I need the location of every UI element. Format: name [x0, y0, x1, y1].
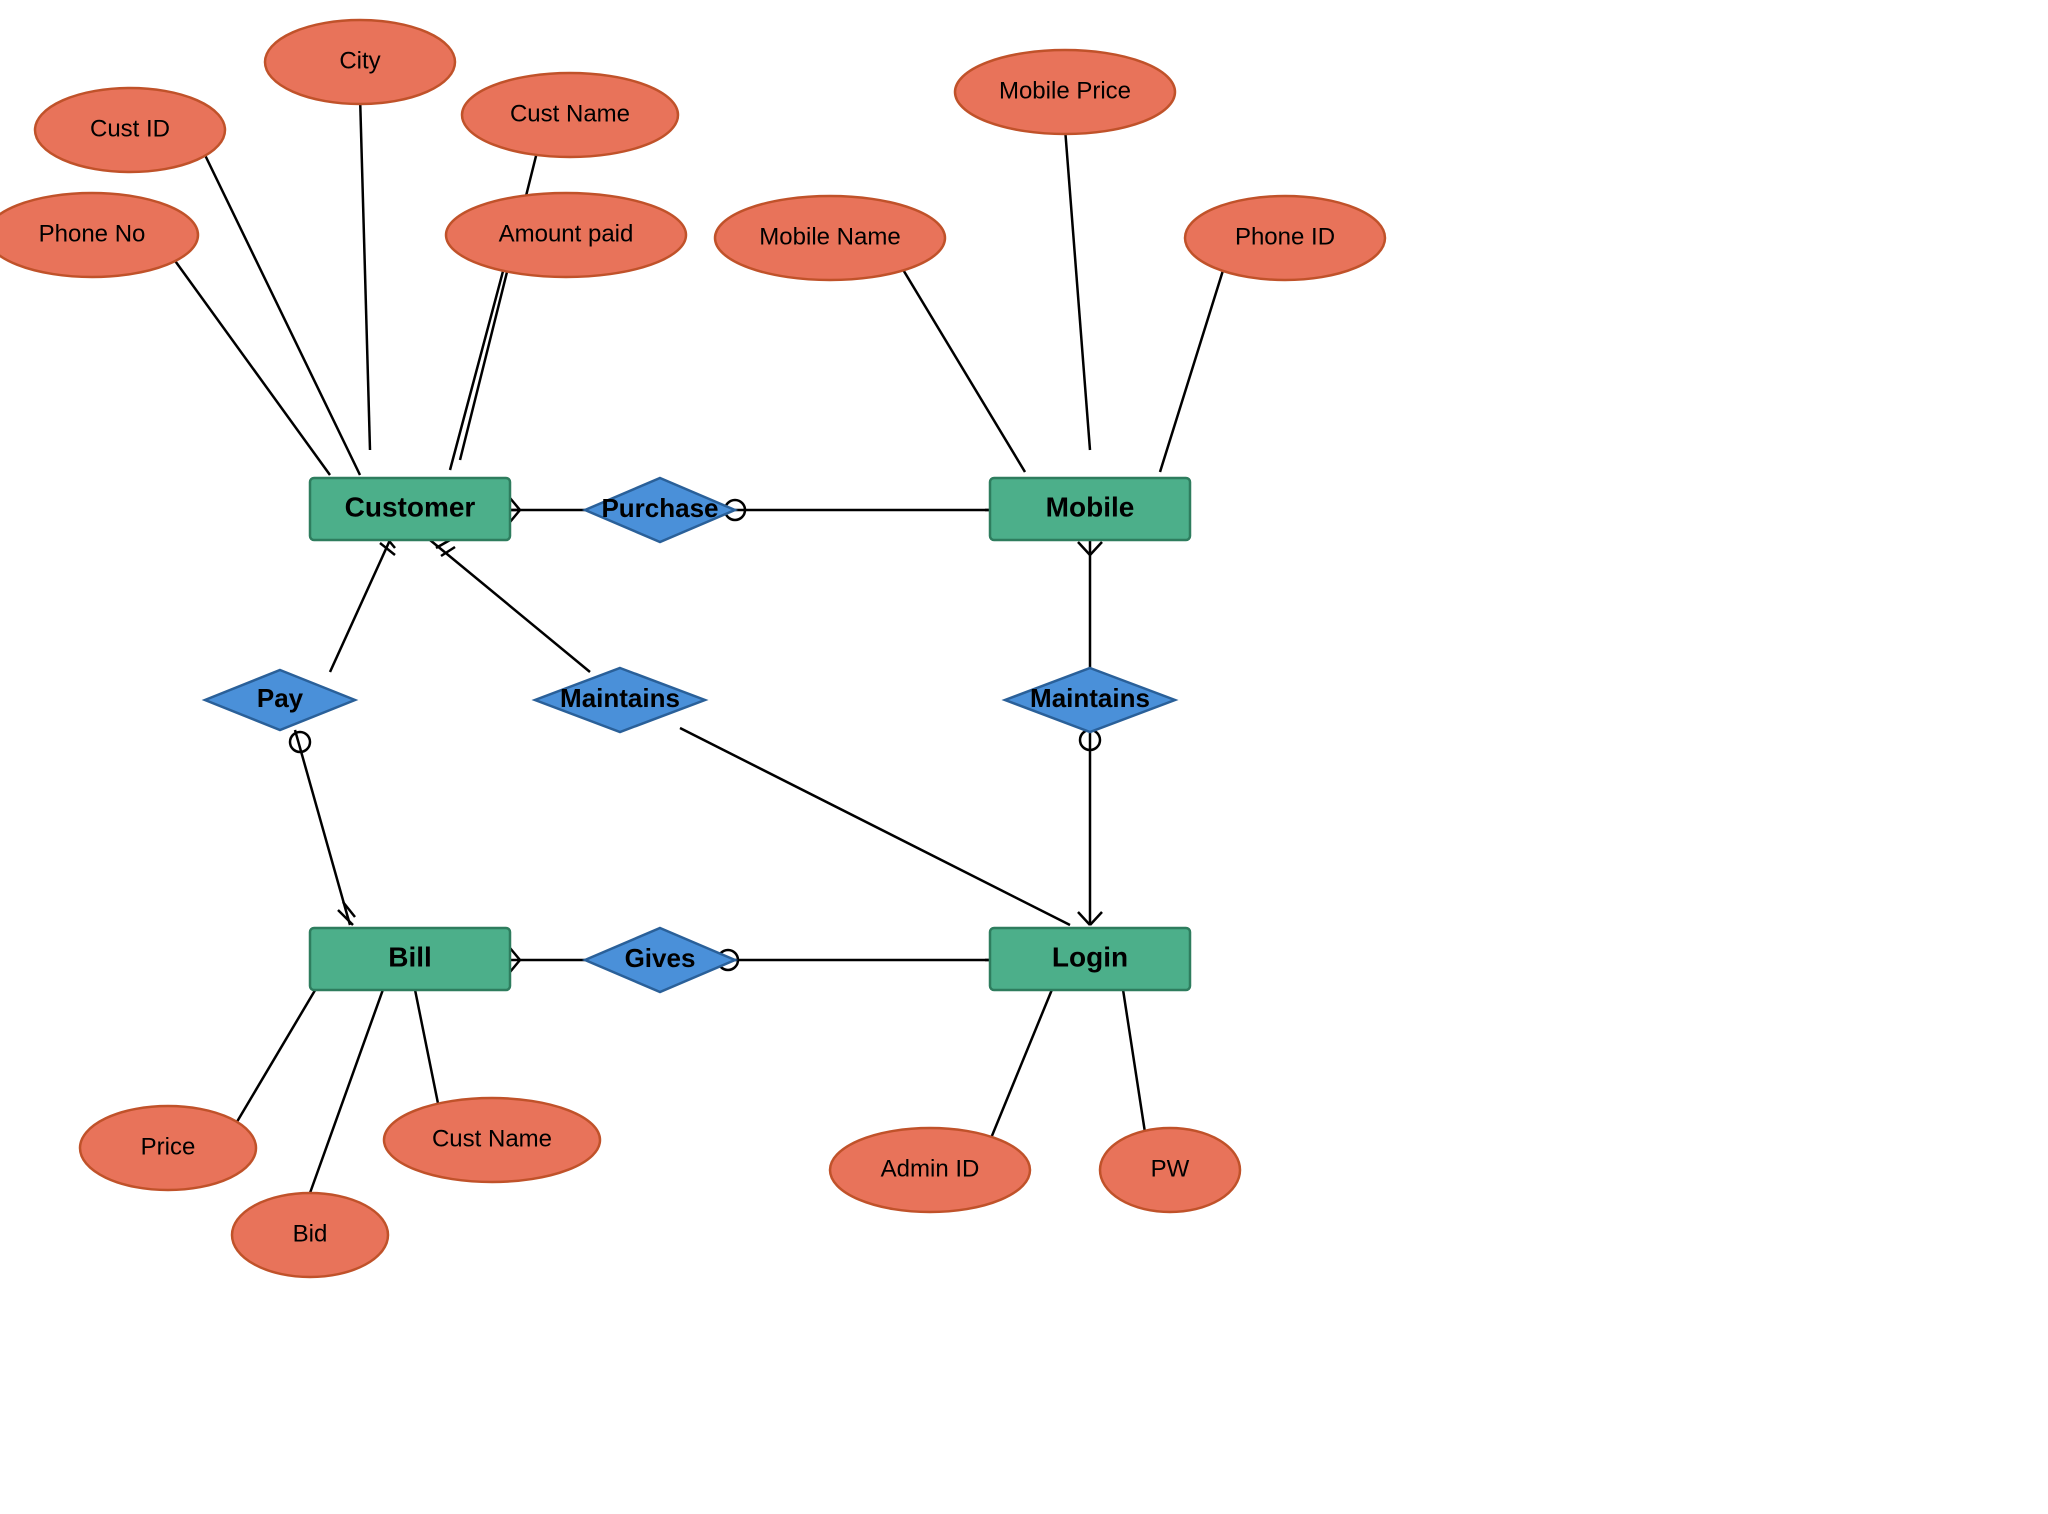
line-price-bill: [225, 965, 330, 1142]
attr-phoneid-label: Phone ID: [1235, 223, 1335, 250]
relation-maintains-left-label: Maintains: [560, 683, 680, 713]
entity-login-label: Login: [1052, 941, 1128, 972]
line-customer-maintains-left: [430, 540, 590, 672]
line-pay-bill: [295, 730, 350, 925]
line-phoneid-mobile: [1160, 248, 1230, 472]
line-custname-customer: [460, 140, 540, 460]
line-bid-bill: [310, 970, 390, 1193]
line-amountpaid-customer: [450, 245, 510, 470]
line-mobilename-mobile: [890, 248, 1025, 472]
entity-customer-label: Customer: [345, 491, 476, 522]
attr-adminid-label: Admin ID: [881, 1155, 980, 1182]
attr-amountpaid-label: Amount paid: [499, 220, 634, 247]
relation-gives-label: Gives: [625, 943, 696, 973]
line-city-customer: [360, 95, 370, 450]
attr-mobilename-label: Mobile Name: [759, 223, 900, 250]
attr-pw-label: PW: [1151, 1155, 1190, 1182]
attr-bill-custname-label: Cust Name: [432, 1125, 552, 1152]
attr-city-label: City: [339, 47, 380, 74]
attr-phoneno-label: Phone No: [39, 220, 146, 247]
relation-purchase-label: Purchase: [601, 493, 718, 523]
attr-bid-label: Bid: [293, 1220, 328, 1247]
line-custid-customer: [205, 155, 360, 475]
attr-price-label: Price: [141, 1133, 196, 1160]
line-mobileprice-mobile: [1065, 128, 1090, 450]
er-diagram: Cust ID City Cust Name Phone No Amount p…: [0, 0, 2048, 1509]
line-customer-pay: [330, 540, 390, 672]
line-maintains-left-login: [680, 728, 1070, 925]
relation-maintains-right-label: Maintains: [1030, 683, 1150, 713]
entity-bill-label: Bill: [388, 941, 432, 972]
relation-pay-label: Pay: [257, 683, 304, 713]
attr-mobileprice-label: Mobile Price: [999, 77, 1131, 104]
attr-custid-label: Cust ID: [90, 115, 170, 142]
entity-mobile-label: Mobile: [1046, 491, 1135, 522]
line-phoneno-customer: [160, 240, 330, 475]
attr-custname-label: Cust Name: [510, 100, 630, 127]
